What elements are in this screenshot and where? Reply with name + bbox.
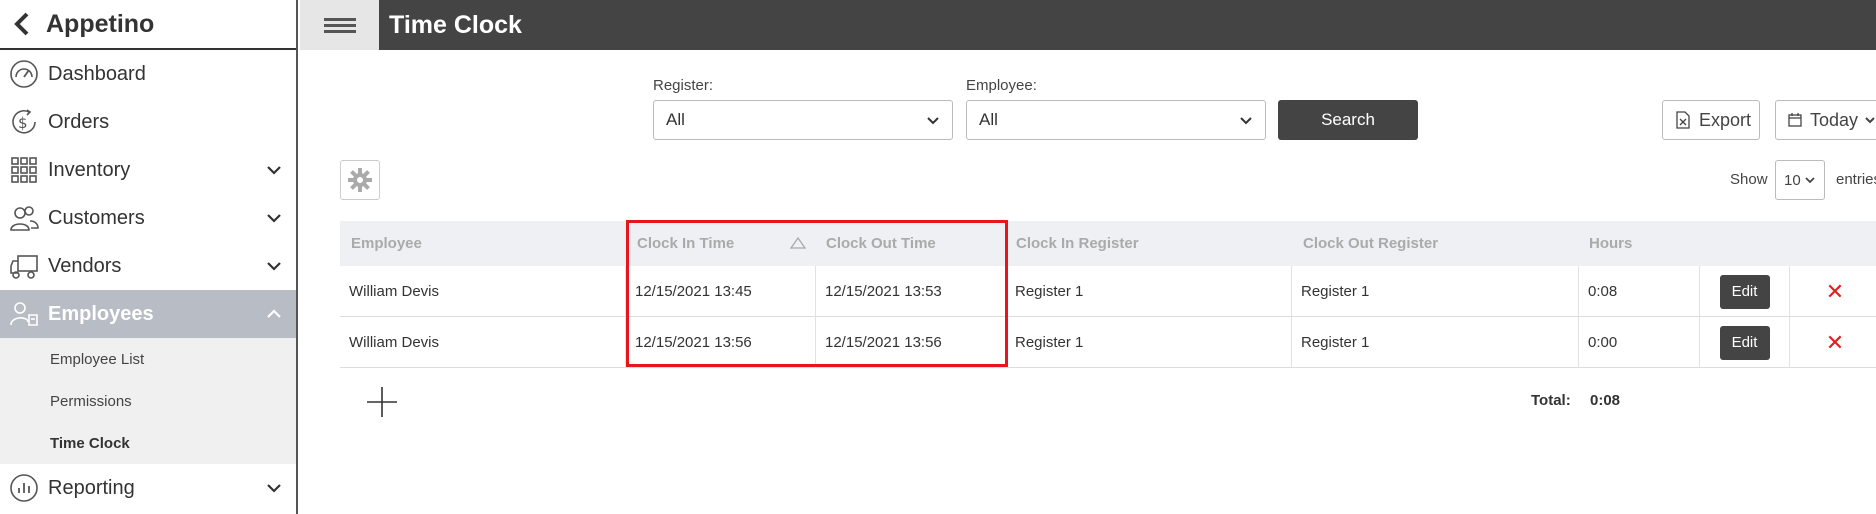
brand-title: Appetino <box>46 9 155 38</box>
add-entry-plus-icon[interactable] <box>366 386 398 418</box>
back-chevron-icon[interactable] <box>10 12 34 36</box>
chevron-down-icon <box>267 166 281 175</box>
cell-edit: Edit <box>1700 266 1790 317</box>
column-header-clock-in-register[interactable]: Clock In Register <box>1005 221 1292 266</box>
table-header: Employee Clock In Time Clock Out Time Cl… <box>340 221 1876 266</box>
sidebar: Appetino Dashboard $ Orders Inventory Cu… <box>0 0 298 514</box>
entries-label: entries <box>1836 171 1876 188</box>
entries-per-page-select[interactable]: 10 <box>1775 160 1825 200</box>
date-range-dropdown[interactable]: Today <box>1775 100 1876 140</box>
edit-button[interactable]: Edit <box>1719 325 1770 360</box>
table-row: William Devis 12/15/2021 13:45 12/15/202… <box>340 266 1876 317</box>
column-header-clock-out-time[interactable]: Clock Out Time <box>815 221 1005 266</box>
register-select[interactable]: All <box>653 100 953 140</box>
cell-hours: 0:08 <box>1579 266 1700 317</box>
employees-icon <box>8 298 40 330</box>
cell-clock-in-register: Register 1 <box>1006 266 1292 317</box>
export-label: Export <box>1699 109 1752 130</box>
sidebar-item-label: Vendors <box>48 254 122 277</box>
cell-hours: 0:00 <box>1579 317 1700 368</box>
chevron-down-icon <box>267 484 281 493</box>
edit-button[interactable]: Edit <box>1719 274 1770 309</box>
chevron-up-icon <box>267 309 281 318</box>
calendar-icon <box>1788 113 1802 127</box>
entries-value: 10 <box>1784 171 1801 189</box>
cell-clock-out: 12/15/2021 13:56 <box>816 317 1006 368</box>
cell-clock-out-register: Register 1 <box>1292 266 1579 317</box>
brand-header: Appetino <box>0 0 296 50</box>
subnav-item-time-clock[interactable]: Time Clock <box>0 422 296 464</box>
top-bar: Time Clock <box>300 0 1876 50</box>
show-label: Show <box>1730 171 1768 188</box>
sidebar-item-label: Inventory <box>48 158 131 181</box>
sidebar-item-dashboard[interactable]: Dashboard <box>0 50 296 98</box>
time-clock-table: Employee Clock In Time Clock Out Time Cl… <box>340 221 1876 368</box>
employees-subnav: Employee List Permissions Time Clock <box>0 338 296 464</box>
svg-text:$: $ <box>18 114 28 132</box>
cell-employee: William Devis <box>340 266 626 317</box>
chevron-down-icon <box>927 117 939 125</box>
search-button[interactable]: Search <box>1278 100 1418 140</box>
cell-edit: Edit <box>1700 317 1790 368</box>
hamburger-icon <box>323 15 356 36</box>
sidebar-item-inventory[interactable]: Inventory <box>0 146 296 194</box>
reporting-chart-icon <box>8 472 40 504</box>
chevron-down-icon <box>267 214 281 223</box>
sidebar-item-label: Orders <box>48 110 110 133</box>
sort-ascending-icon <box>789 236 807 249</box>
delete-x-icon[interactable]: ✕ <box>1826 331 1844 354</box>
sidebar-item-label: Reporting <box>48 476 135 499</box>
vendors-truck-icon <box>8 250 40 282</box>
sidebar-item-label: Dashboard <box>48 62 146 85</box>
column-header-clock-out-register[interactable]: Clock Out Register <box>1292 221 1578 266</box>
chevron-down-icon <box>1805 177 1815 184</box>
delete-x-icon[interactable]: ✕ <box>1826 280 1844 303</box>
total-value: 0:08 <box>1590 392 1621 409</box>
employee-label: Employee: <box>966 77 1037 94</box>
hamburger-menu-button[interactable] <box>300 0 379 50</box>
employee-select[interactable]: All <box>966 100 1266 140</box>
sidebar-item-reporting[interactable]: Reporting <box>0 464 296 512</box>
column-header-employee[interactable]: Employee <box>340 221 626 266</box>
chevron-down-icon <box>267 262 281 271</box>
cell-clock-out-register: Register 1 <box>1292 317 1579 368</box>
subnav-item-permissions[interactable]: Permissions <box>0 380 296 422</box>
excel-file-icon <box>1675 111 1691 129</box>
inventory-grid-icon <box>8 154 40 186</box>
register-select-value: All <box>666 110 685 129</box>
cell-delete: ✕ <box>1790 266 1876 317</box>
total-label: Total: <box>1531 392 1571 409</box>
cell-employee: William Devis <box>340 317 626 368</box>
cell-clock-out: 12/15/2021 13:53 <box>816 266 1006 317</box>
customers-people-icon <box>8 202 40 234</box>
subnav-item-employee-list[interactable]: Employee List <box>0 338 296 380</box>
chevron-down-icon <box>1240 117 1252 125</box>
sidebar-item-employees[interactable]: Employees <box>0 290 296 338</box>
column-settings-button[interactable] <box>340 160 380 200</box>
cell-clock-in-register: Register 1 <box>1006 317 1292 368</box>
chevron-down-icon <box>1865 117 1875 124</box>
cell-delete: ✕ <box>1790 317 1876 368</box>
column-header-hours[interactable]: Hours <box>1578 221 1698 266</box>
sidebar-item-label: Employees <box>48 302 154 325</box>
sidebar-item-label: Customers <box>48 206 145 229</box>
page-title: Time Clock <box>389 10 522 39</box>
column-header-clock-in-time[interactable]: Clock In Time <box>626 221 815 266</box>
sidebar-item-vendors[interactable]: Vendors <box>0 242 296 290</box>
cell-clock-in: 12/15/2021 13:56 <box>626 317 816 368</box>
orders-dollar-icon: $ <box>8 106 40 138</box>
register-label: Register: <box>653 77 714 94</box>
table-row: William Devis 12/15/2021 13:56 12/15/202… <box>340 317 1876 368</box>
export-button[interactable]: Export <box>1662 100 1760 140</box>
employee-select-value: All <box>979 110 998 129</box>
dashboard-gauge-icon <box>8 58 40 90</box>
cell-clock-in: 12/15/2021 13:45 <box>626 266 816 317</box>
column-header-label: Clock In Time <box>637 235 735 252</box>
sidebar-item-customers[interactable]: Customers <box>0 194 296 242</box>
gear-icon <box>348 168 372 192</box>
sidebar-item-orders[interactable]: $ Orders <box>0 98 296 146</box>
date-range-label: Today <box>1810 109 1859 130</box>
